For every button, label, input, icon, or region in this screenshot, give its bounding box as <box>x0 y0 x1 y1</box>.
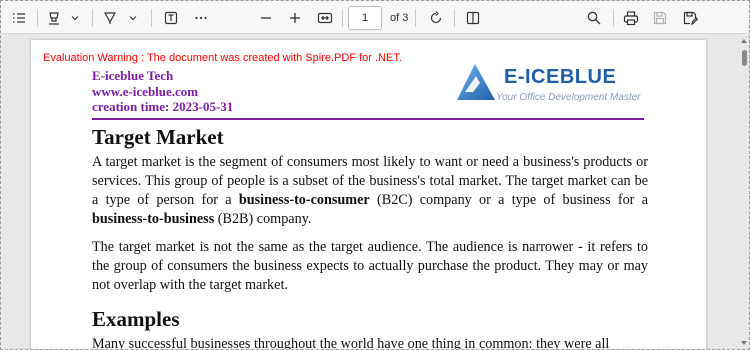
zoom-out-icon[interactable] <box>255 6 277 30</box>
print-icon[interactable] <box>619 6 643 30</box>
fit-width-icon[interactable] <box>313 6 337 30</box>
vertical-scrollbar[interactable] <box>739 35 749 349</box>
logo-wordmark: E-ICEBLUE <box>504 66 617 88</box>
scrollbar-thumb[interactable] <box>742 50 747 66</box>
contents-icon[interactable] <box>7 6 31 30</box>
toolbar-divider <box>342 9 343 27</box>
toolbar-divider <box>454 9 455 27</box>
scroll-down-icon[interactable] <box>740 339 748 347</box>
header-divider <box>92 118 644 120</box>
header-website: www.e-iceblue.com <box>92 84 199 99</box>
toolbar-divider <box>415 9 416 27</box>
chevron-down-icon[interactable] <box>125 6 141 30</box>
page-number-input[interactable]: 1 <box>348 6 382 30</box>
more-icon[interactable] <box>189 6 213 30</box>
save-as-icon[interactable] <box>678 6 702 30</box>
scroll-up-icon[interactable] <box>740 37 748 45</box>
page-content: Target Market A target market is the seg… <box>92 124 648 349</box>
header-creation-time: creation time: 2023-05-31 <box>92 99 234 114</box>
search-icon[interactable] <box>582 6 606 30</box>
pdf-toolbar: 1 of 3 <box>1 1 749 34</box>
section-heading: Target Market <box>92 125 224 149</box>
toolbar-divider <box>613 9 614 27</box>
chevron-down-icon[interactable] <box>67 6 83 30</box>
zoom-in-icon[interactable] <box>284 6 306 30</box>
paragraph: The target market is not the same as the… <box>92 239 648 293</box>
two-page-icon[interactable] <box>461 6 485 30</box>
logo-tagline: Your Office Development Master <box>496 92 641 103</box>
toolbar-divider <box>37 9 38 27</box>
header-company: E-iceblue Tech <box>92 68 174 83</box>
section-heading: Examples <box>92 307 180 331</box>
logo-triangle-icon <box>457 64 495 100</box>
save-icon <box>648 6 672 30</box>
highlight-icon[interactable] <box>43 6 65 30</box>
company-logo: E-ICEBLUE Your Office Development Master <box>454 62 646 110</box>
rotate-icon[interactable] <box>424 6 448 30</box>
paragraph: Many successful businesses throughout th… <box>92 336 610 349</box>
draw-icon[interactable] <box>99 6 121 30</box>
toolbar-divider <box>151 9 152 27</box>
toolbar-divider <box>92 9 93 27</box>
paragraph: A target market is the segment of consum… <box>92 154 648 227</box>
text-icon[interactable] <box>159 6 183 30</box>
evaluation-warning: Evaluation Warning : The document was cr… <box>43 52 402 64</box>
document-viewer[interactable]: Evaluation Warning : The document was cr… <box>1 35 749 349</box>
pdf-page: Evaluation Warning : The document was cr… <box>31 40 706 349</box>
page-count: of 3 <box>390 12 409 24</box>
